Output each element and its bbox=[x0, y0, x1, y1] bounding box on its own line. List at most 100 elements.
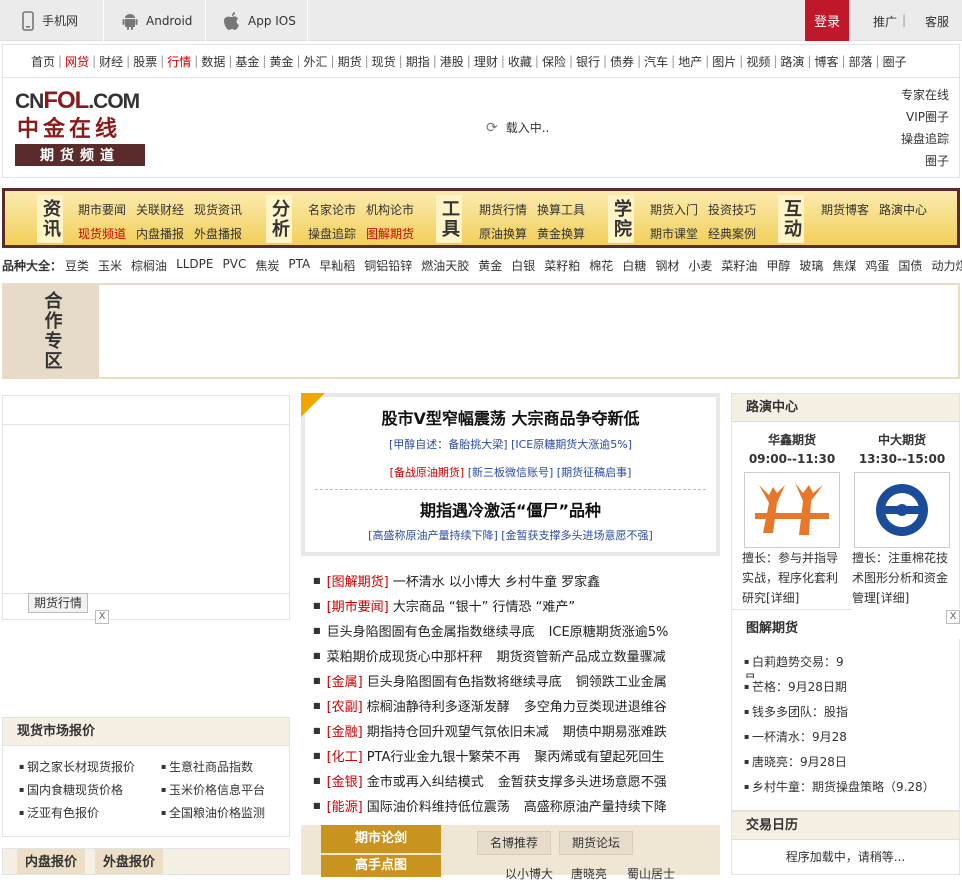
news-title[interactable]: 高盛称原油产量持续下降 bbox=[524, 796, 667, 815]
variety-link[interactable]: 玻璃 bbox=[799, 257, 823, 275]
variety-link[interactable]: 铜铝铅锌 bbox=[364, 257, 412, 275]
cat-link[interactable]: 期货入门 bbox=[650, 201, 698, 218]
android-link[interactable]: Android bbox=[104, 0, 206, 41]
variety-link[interactable]: 钢材 bbox=[655, 257, 679, 275]
news-tag[interactable]: [能源] bbox=[327, 796, 363, 815]
login-button[interactable]: 登录 bbox=[805, 0, 849, 41]
variety-link[interactable]: 棕榈油 bbox=[131, 257, 167, 275]
nav-item[interactable]: 现货 bbox=[372, 53, 396, 70]
chart-futures-item[interactable]: 一杯清水：9月28 bbox=[744, 728, 854, 753]
news-title[interactable]: 聚丙烯或有望起死回生 bbox=[534, 746, 664, 765]
cat-link[interactable]: 期市要闻 bbox=[78, 201, 126, 218]
cat-link[interactable]: 经典案例 bbox=[708, 225, 756, 242]
ios-link[interactable]: App IOS bbox=[206, 0, 308, 41]
cat-link[interactable]: 操盘追踪 bbox=[308, 225, 356, 242]
news-title[interactable]: 铜领跌工业金属 bbox=[576, 671, 667, 690]
nav-item[interactable]: 圈子 bbox=[883, 53, 907, 70]
cat-link[interactable]: 期市课堂 bbox=[650, 225, 698, 242]
cat-link[interactable]: 名家论市 bbox=[308, 201, 356, 218]
blogger-link[interactable]: 蜀山居士 bbox=[627, 865, 675, 882]
nav-item[interactable]: 期指 bbox=[406, 53, 430, 70]
cat-link[interactable]: 关联财经 bbox=[136, 201, 184, 218]
expert-link[interactable]: 专家在线 bbox=[901, 86, 949, 103]
tab-foreign-quote[interactable]: 外盘报价 bbox=[95, 849, 164, 874]
variety-link[interactable]: 白糖 bbox=[622, 257, 646, 275]
blogger-link[interactable]: 以小博大 bbox=[505, 865, 553, 882]
nav-item[interactable]: 保险 bbox=[542, 53, 566, 70]
variety-link[interactable]: 焦煤 bbox=[832, 257, 856, 275]
cat-link[interactable]: 内盘播报 bbox=[136, 225, 184, 242]
variety-link[interactable]: 黄金 bbox=[478, 257, 502, 275]
nav-item[interactable]: 外汇 bbox=[304, 53, 328, 70]
nav-item[interactable]: 债券 bbox=[610, 53, 634, 70]
news-title[interactable]: 棕榈油静待利多逐渐发酵 bbox=[367, 696, 510, 715]
variety-link[interactable]: 甲醇 bbox=[766, 257, 790, 275]
news-title[interactable]: 大宗商品 “银十” 行情恐 “难产” bbox=[393, 596, 575, 615]
close-icon[interactable]: X bbox=[946, 610, 960, 624]
variety-link[interactable]: 豆类 bbox=[65, 257, 89, 275]
cat-link[interactable]: 外盘播报 bbox=[194, 225, 242, 242]
nav-item[interactable]: 银行 bbox=[576, 53, 600, 70]
tab-blog-recommend[interactable]: 名博推荐 bbox=[477, 831, 552, 855]
nav-item[interactable]: 基金 bbox=[235, 53, 259, 70]
news-title[interactable]: ICE原糖期货涨逾5% bbox=[549, 621, 669, 640]
chart-futures-item[interactable]: 钱多多团队：股指 bbox=[744, 703, 854, 728]
news-title[interactable]: 多空角力豆类现进退维谷 bbox=[524, 696, 667, 715]
tab-domestic-quote[interactable]: 内盘报价 bbox=[17, 849, 86, 874]
roadshow-logo[interactable] bbox=[854, 472, 950, 548]
news-title[interactable]: 期债中期易涨难跌 bbox=[563, 721, 667, 740]
nav-item[interactable]: 财经 bbox=[99, 53, 123, 70]
news-item[interactable]: ■ [金属] 巨头身陷图圄有色指数将继续寻底 铜领跌工业金属 bbox=[313, 668, 713, 693]
news-title[interactable]: 期货资管新产品成立数量骤减 bbox=[497, 646, 666, 665]
news-tag[interactable]: [金属] bbox=[327, 671, 363, 690]
news-tag[interactable]: [金银] bbox=[327, 771, 363, 790]
nav-item[interactable]: 理财 bbox=[474, 53, 498, 70]
nav-item[interactable]: 网贷 bbox=[65, 53, 89, 70]
cat-link[interactable]: 现货频道 bbox=[78, 225, 126, 242]
market-link[interactable]: 国内食糖现货价格 bbox=[19, 781, 161, 798]
nav-item[interactable]: 汽车 bbox=[644, 53, 668, 70]
headline-2-links[interactable]: [高盛称原油产量持续下降] [金暂获支撑多头进场意愿不强] bbox=[305, 527, 716, 543]
cat-link[interactable]: 期货行情 bbox=[479, 201, 527, 218]
cat-link[interactable]: 投资技巧 bbox=[708, 201, 756, 218]
promo-link[interactable]: 推广 bbox=[873, 13, 897, 30]
market-link[interactable]: 生意社商品指数 bbox=[161, 758, 291, 775]
cat-link[interactable]: 机构论市 bbox=[366, 201, 414, 218]
news-tag[interactable]: [农副] bbox=[327, 696, 363, 715]
nav-item[interactable]: 股票 bbox=[133, 53, 157, 70]
nav-item[interactable]: 部落 bbox=[849, 53, 873, 70]
news-tag[interactable]: [化工] bbox=[327, 746, 363, 765]
nav-item[interactable]: 港股 bbox=[440, 53, 464, 70]
cat-link[interactable]: 现货资讯 bbox=[194, 201, 242, 218]
market-link[interactable]: 泛亚有色报价 bbox=[19, 804, 161, 821]
nav-item[interactable]: 数据 bbox=[201, 53, 225, 70]
vip-circle-link[interactable]: VIP圈子 bbox=[906, 108, 949, 125]
variety-link[interactable]: 鸡蛋 bbox=[865, 257, 889, 275]
nav-item[interactable]: 路演 bbox=[780, 53, 804, 70]
news-title[interactable]: 期指持仓回升观望气氛依旧未减 bbox=[367, 721, 549, 740]
futures-quote-button[interactable]: 期货行情 bbox=[28, 593, 89, 613]
roadshow-item[interactable]: 华鑫期货 09:00--11:30 擅长：参与并指导实战，程序化套利研究[详细] bbox=[740, 431, 844, 608]
news-title[interactable]: 巨头身陷图圄有色指数将继续寻底 bbox=[367, 671, 562, 690]
headline-2[interactable]: 期指遇冷激活“僵尸”品种 bbox=[305, 497, 716, 521]
blogger-link[interactable]: 唐晓亮 bbox=[571, 865, 607, 882]
news-item[interactable]: ■ [农副] 棕榈油静待利多逐渐发酵 多空角力豆类现进退维谷 bbox=[313, 693, 713, 718]
trading-track-link[interactable]: 操盘追踪 bbox=[901, 130, 949, 147]
cat-link[interactable]: 黄金换算 bbox=[537, 225, 585, 242]
news-title[interactable]: 金市或再入纠结模式 bbox=[367, 771, 484, 790]
mobile-link[interactable]: 手机网 bbox=[0, 0, 104, 41]
variety-link[interactable]: 焦炭 bbox=[255, 257, 279, 275]
cat-link[interactable]: 路演中心 bbox=[879, 201, 927, 218]
news-tag[interactable]: [期市要闻] bbox=[327, 596, 389, 615]
variety-link[interactable]: LLDPE bbox=[176, 257, 213, 275]
headline-1[interactable]: 股市V型窄幅震荡 大宗商品争夺新低 bbox=[305, 405, 716, 429]
chart-futures-item[interactable]: 白莉趋势交易：9月 bbox=[744, 653, 854, 678]
service-link[interactable]: 客服 bbox=[925, 13, 949, 30]
nav-item[interactable]: 博客 bbox=[814, 53, 838, 70]
cat-link[interactable]: 图解期货 bbox=[366, 225, 414, 242]
variety-link[interactable]: 菜籽粕 bbox=[544, 257, 580, 275]
variety-link[interactable]: 白银 bbox=[511, 257, 535, 275]
nav-item[interactable]: 收藏 bbox=[508, 53, 532, 70]
nav-item[interactable]: 图片 bbox=[712, 53, 736, 70]
chart-futures-item[interactable]: 乡村牛童：期货操盘策略（9.28） bbox=[744, 778, 959, 803]
